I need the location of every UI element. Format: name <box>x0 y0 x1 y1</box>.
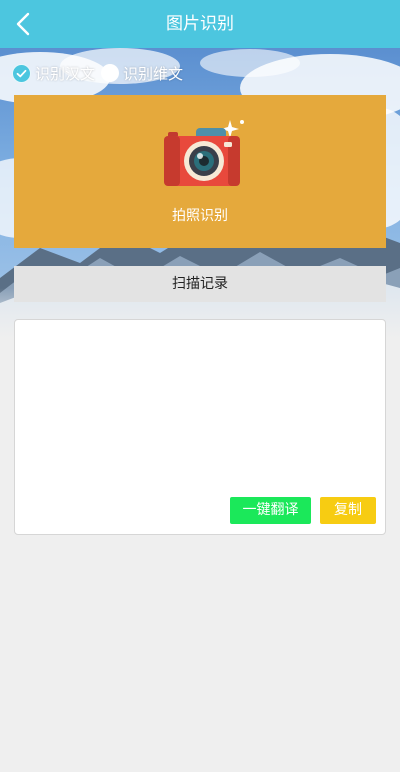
radio-unchecked-icon <box>101 64 120 82</box>
copy-button[interactable]: 复制 <box>320 497 376 524</box>
result-text-area[interactable] <box>23 326 381 496</box>
camera-icon <box>160 118 248 190</box>
result-panel: 一键翻译 复制 <box>14 319 386 535</box>
recognition-mode-group: 识别汉文 识别维文 <box>12 62 189 84</box>
camera-capture-label: 拍照识别 <box>172 208 228 224</box>
mode-uyghur-radio[interactable]: 识别维文 <box>101 63 183 84</box>
app-header: 图片识别 <box>0 0 400 48</box>
scan-history-button[interactable]: 扫描记录 <box>14 266 386 302</box>
mode-chinese-label: 识别汉文 <box>35 64 96 83</box>
page-title: 图片识别 <box>166 14 234 34</box>
mode-uyghur-label: 识别维文 <box>123 64 184 83</box>
radio-checked-icon <box>12 63 31 83</box>
mode-chinese-radio[interactable]: 识别汉文 <box>12 63 95 84</box>
translate-button[interactable]: 一键翻译 <box>230 497 311 524</box>
